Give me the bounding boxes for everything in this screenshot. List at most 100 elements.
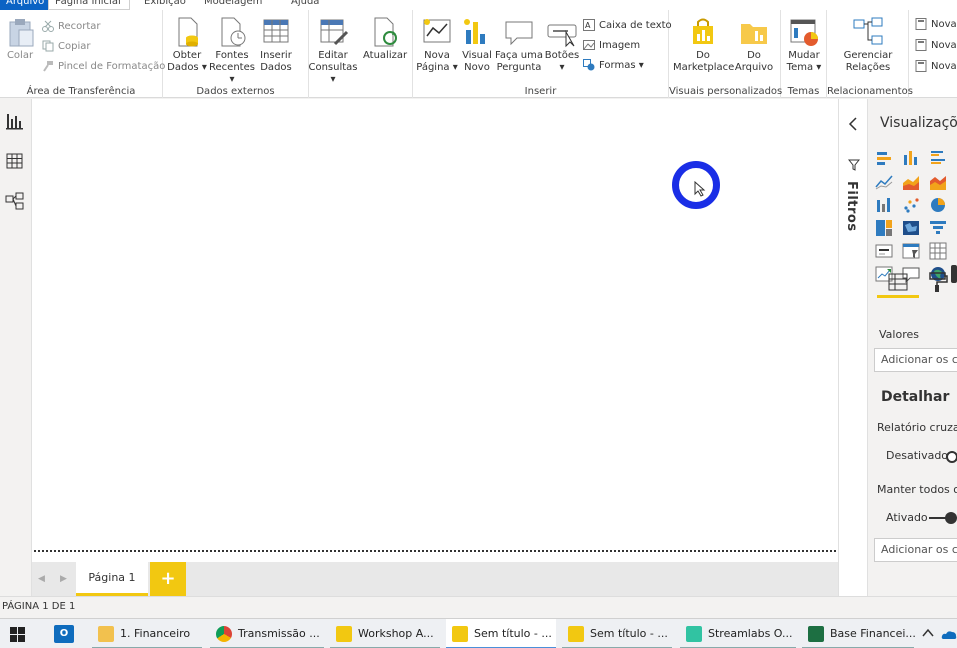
ask-question-label-1: Faça uma: [495, 50, 543, 61]
outlook-icon[interactable]: O: [54, 625, 74, 643]
marketplace-button[interactable]: Do Marketplace: [673, 14, 734, 74]
matrix-table-icon[interactable]: [929, 242, 947, 260]
new-measure-button[interactable]: Nova: [915, 16, 957, 34]
cut-label: Recortar: [58, 21, 101, 32]
area-chart-icon[interactable]: [902, 173, 920, 191]
ribbon-chart-icon[interactable]: [875, 196, 893, 214]
keep-filters-toggle-knob[interactable]: [945, 512, 957, 524]
clustered-bar-chart-icon[interactable]: [929, 149, 947, 167]
bar-chart-icon: [461, 16, 493, 48]
manage-relationships-label-2: Relações: [845, 62, 891, 73]
add-page-button[interactable]: +: [150, 562, 186, 596]
map-icon[interactable]: [902, 219, 920, 237]
group-label-clipboard: Área de Transferência: [26, 86, 136, 97]
tab-modelagem[interactable]: Modelagem: [198, 0, 268, 10]
scatter-chart-icon[interactable]: [902, 196, 920, 214]
onedrive-icon[interactable]: [941, 628, 957, 643]
slicer-icon[interactable]: [902, 242, 920, 260]
buttons-button[interactable]: Botões ▾: [543, 14, 581, 74]
get-data-button[interactable]: Obter Dados ▾: [167, 14, 207, 74]
manage-relationships-button[interactable]: Gerenciar Relações: [835, 14, 901, 74]
drillthrough-title: Detalhar: [881, 389, 950, 405]
page-boundary: [34, 550, 836, 552]
card-icon[interactable]: [875, 242, 893, 260]
stacked-bar-chart-icon[interactable]: [875, 149, 893, 167]
funnel-chart-icon[interactable]: [929, 219, 947, 237]
stacked-area-chart-icon[interactable]: [929, 173, 947, 191]
taskbar-item-explorer[interactable]: 1. Financeiro: [92, 619, 202, 648]
recent-sources-label-2: Recentes ▾: [209, 62, 255, 85]
folder-icon: [738, 16, 770, 48]
edit-queries-button[interactable]: Editar Consultas ▾: [305, 14, 361, 86]
new-page-button[interactable]: Nova Página ▾: [415, 14, 459, 74]
page-tab-1[interactable]: Página 1: [76, 562, 148, 596]
next-page-icon[interactable]: ▶: [60, 574, 67, 584]
new-column-button[interactable]: Nova: [915, 37, 957, 55]
cut-button[interactable]: Recortar: [42, 18, 101, 36]
tab-pagina-inicial[interactable]: Página Inicial: [48, 0, 130, 10]
drillthrough-drop-zone[interactable]: Adicionar os ca: [874, 538, 957, 562]
from-file-button[interactable]: Do Arquivo: [733, 14, 775, 74]
taskbar-label-powerbi-2: Sem título - ...: [474, 627, 552, 640]
enter-data-label-1: Inserir: [260, 50, 292, 61]
line-chart-icon[interactable]: [875, 173, 893, 191]
taskbar-item-powerbi-2[interactable]: Sem título - ...: [446, 619, 556, 648]
data-view-icon[interactable]: [5, 151, 25, 171]
values-label: Valores: [879, 328, 919, 341]
status-bar: PÁGINA 1 DE 1: [0, 596, 957, 618]
paste-button[interactable]: Colar: [4, 14, 36, 62]
enter-data-button[interactable]: Inserir Dados: [257, 14, 295, 74]
group-external-data: Obter Dados ▾ Fontes Recentes ▾ Inserir …: [163, 10, 309, 98]
recent-sources-button[interactable]: Fontes Recentes ▾: [207, 14, 257, 86]
taskbar-item-powerbi-3[interactable]: Sem título - ...: [562, 619, 672, 648]
clock-file-icon: [216, 16, 248, 48]
new-visual-button[interactable]: Visual Novo: [459, 14, 495, 74]
brush-icon: [42, 60, 54, 72]
model-view-icon[interactable]: [5, 191, 25, 211]
database-file-icon: [171, 16, 203, 48]
report-view-icon[interactable]: [5, 111, 25, 131]
tab-exibicao[interactable]: Exibição: [138, 0, 192, 10]
buttons-label-2: ▾: [559, 62, 565, 73]
paint-roller-icon[interactable]: [927, 271, 949, 296]
more-visuals-icon[interactable]: [951, 265, 957, 283]
new-measure-label: Nova: [931, 19, 957, 30]
stacked-column-chart-icon[interactable]: [902, 149, 920, 167]
taskbar-item-streamlabs[interactable]: Streamlabs O...: [680, 619, 796, 648]
group-label-custom-visuals: Visuais personalizados: [669, 86, 783, 97]
text-box-button[interactable]: A Caixa de texto: [583, 17, 672, 35]
chevron-up-icon[interactable]: [922, 628, 934, 641]
filters-pane[interactable]: Filtros: [838, 99, 868, 596]
taskbar-item-chrome[interactable]: Transmissão ...: [210, 619, 324, 648]
treemap-icon[interactable]: [875, 219, 893, 237]
new-quick-measure-button[interactable]: Nova: [915, 58, 957, 76]
ask-question-button[interactable]: Faça uma Pergunta: [495, 14, 543, 74]
calculator-icon: [915, 18, 927, 30]
chevron-left-icon[interactable]: [848, 117, 858, 131]
page-tabs-bar: ◀ ▶ Página 1 +: [32, 562, 838, 596]
windows-start-icon[interactable]: [10, 627, 26, 646]
tab-arquivo[interactable]: Arquivo: [0, 0, 48, 10]
pie-chart-icon[interactable]: [929, 196, 947, 214]
visualizations-pane: Visualizaçõ Valores Adicionar os ca Deta…: [869, 99, 957, 596]
values-drop-zone[interactable]: Adicionar os ca: [874, 348, 957, 372]
prev-page-icon[interactable]: ◀: [38, 574, 45, 584]
refresh-button[interactable]: Atualizar: [363, 14, 407, 62]
table-icon: [260, 16, 292, 48]
taskbar-label-chrome: Transmissão ...: [238, 627, 320, 640]
report-canvas[interactable]: [32, 99, 838, 562]
fields-tab-icon[interactable]: [887, 271, 909, 296]
image-button[interactable]: Imagem: [583, 37, 640, 55]
buttons-label-1: Botões: [544, 50, 580, 61]
format-painter-button[interactable]: Pincel de Formatação: [42, 58, 165, 76]
switch-theme-button[interactable]: Mudar Tema ▾: [783, 14, 825, 74]
shapes-label: Formas ▾: [599, 60, 644, 71]
taskbar-item-excel[interactable]: Base Financei...: [802, 619, 916, 648]
taskbar-item-powerbi-1[interactable]: Workshop A...: [330, 619, 440, 648]
copy-button[interactable]: Copiar: [42, 38, 90, 56]
ribbon-tabs: Arquivo Página Inicial Exibição Modelage…: [0, 0, 957, 10]
shopping-bag-icon: [687, 16, 719, 48]
shapes-button[interactable]: Formas ▾: [583, 57, 644, 75]
tab-ajuda[interactable]: Ajuda: [285, 0, 325, 10]
cross-report-toggle[interactable]: [946, 451, 957, 463]
